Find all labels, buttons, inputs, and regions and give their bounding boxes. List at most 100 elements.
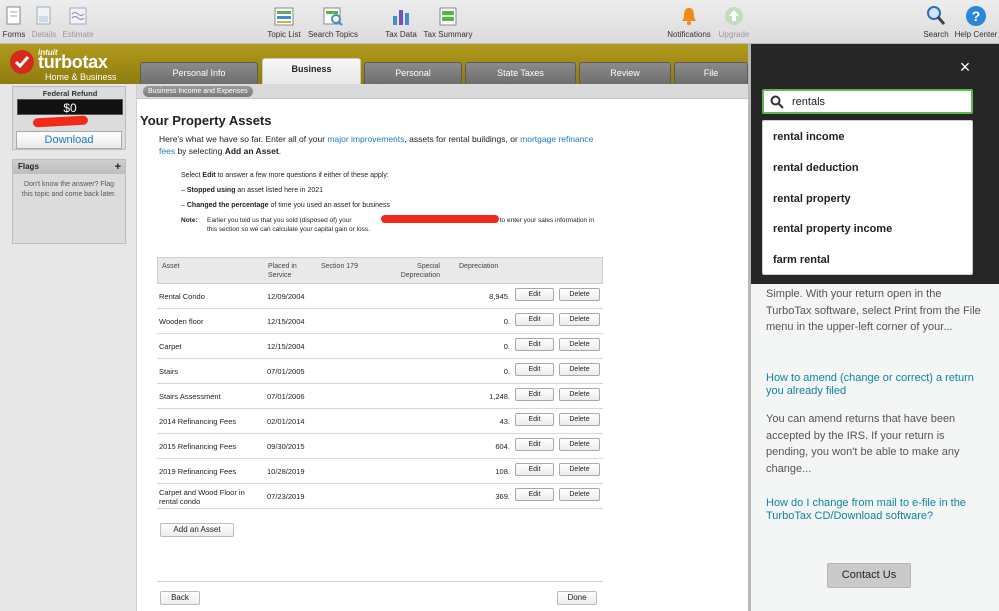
asset-name: Carpet and Wood Floor in rental condo [159, 488, 263, 506]
intro-part: . [278, 145, 282, 156]
contact-us-button[interactable]: Contact Us [827, 563, 911, 588]
placed-in-service-date: 09/30/2015 [267, 442, 305, 451]
depreciation-amount: 8,945. [489, 292, 510, 301]
svg-text:?: ? [972, 8, 981, 24]
depreciation-amount: 0. [503, 342, 510, 351]
delete-button[interactable]: Delete [559, 313, 600, 326]
delete-button[interactable]: Delete [559, 288, 600, 301]
asset-name-line: Stairs [159, 367, 179, 376]
depreciation-amount: 369. [495, 492, 510, 501]
tab-business[interactable]: Business [262, 58, 361, 84]
text: Earlier you told us that you sold (dispo… [207, 217, 352, 224]
table-row: 2014 Refinancing Fees 02/01/2014 43. Edit De… [157, 409, 603, 434]
asset-name: Rental Condo [159, 292, 263, 301]
tab-file[interactable]: File [674, 62, 748, 84]
suggestion-item[interactable]: rental property income [773, 223, 892, 235]
breadcrumb[interactable]: Business Income and Expenses [143, 86, 253, 97]
search-button[interactable]: Search [920, 4, 952, 39]
asset-name-line: Wooden floor [159, 317, 204, 326]
forms-button[interactable]: Forms [2, 4, 26, 39]
note-label: Note: [181, 217, 198, 224]
tab-review[interactable]: Review [579, 62, 671, 84]
search-suggestions: rental income rental deduction rental pr… [762, 120, 973, 275]
text-bold: Changed the percentage [186, 202, 269, 209]
search-field[interactable] [762, 89, 973, 114]
placed-in-service-date: 12/09/2004 [267, 292, 305, 301]
add-flag-button[interactable]: + [115, 160, 121, 174]
upgrade-button[interactable]: Upgrade [717, 4, 751, 39]
search-input[interactable] [792, 94, 962, 110]
tax-summary-label: Tax Summary [423, 30, 473, 39]
delete-button[interactable]: Delete [559, 363, 600, 376]
search-topics-button[interactable]: Search Topics [306, 4, 360, 39]
suggestion-item[interactable]: rental deduction [773, 162, 859, 174]
suggestion-item[interactable]: rental income [773, 131, 845, 143]
tab-state-taxes[interactable]: State Taxes [465, 62, 576, 84]
add-asset-button[interactable]: Add an Asset [160, 523, 234, 537]
topic-list-button[interactable]: Topic List [265, 4, 303, 39]
tax-summary-icon [439, 7, 457, 26]
text: Special [417, 263, 440, 270]
edit-button[interactable]: Edit [515, 463, 554, 476]
asset-name-line: Carpet [159, 342, 182, 351]
details-button[interactable]: Details [30, 4, 58, 39]
placed-in-service-date: 12/15/2004 [267, 317, 305, 326]
placed-in-service-date: 07/23/2019 [267, 492, 305, 501]
tax-data-button[interactable]: Tax Data [384, 4, 418, 39]
delete-button[interactable]: Delete [559, 488, 600, 501]
asset-name: 2019 Refinancing Fees [159, 467, 263, 476]
edit-button[interactable]: Edit [515, 388, 554, 401]
help-icon: ? [966, 6, 986, 26]
intro-bold: Add an Asset [224, 145, 279, 156]
bar-chart-icon [393, 10, 409, 25]
flags-title: Flags [18, 162, 39, 171]
placed-in-service-date: 07/01/2006 [267, 392, 305, 401]
edit-button[interactable]: Edit [515, 413, 554, 426]
bullet-item: – Stopped using an asset listed here in … [181, 183, 581, 198]
delete-button[interactable]: Delete [559, 338, 600, 351]
edit-button[interactable]: Edit [515, 363, 554, 376]
edition-label: Home & Business [45, 72, 117, 82]
turbotax-wordmark: turbotax [38, 52, 108, 72]
delete-button[interactable]: Delete [559, 438, 600, 451]
estimate-button[interactable]: Estimate [62, 4, 94, 39]
table-row: Stairs 07/01/2005 0. Edit Delete [157, 359, 603, 384]
suggestion-item[interactable]: rental property [773, 193, 851, 205]
major-improvements-link[interactable]: major improvements [327, 134, 404, 144]
edit-button[interactable]: Edit [515, 488, 554, 501]
table-row: Stairs Assessment 07/01/2006 1,248. Edit Del… [157, 384, 603, 409]
placed-in-service-date: 10/28/2019 [267, 467, 305, 476]
depreciation-amount: 0. [503, 367, 510, 376]
notifications-label: Notifications [667, 30, 711, 39]
table-body: Rental Condo 12/09/2004 8,945. Edit Delete Wo… [157, 284, 603, 509]
result-link[interactable]: How to amend (change or correct) a retur… [766, 372, 986, 397]
edit-button[interactable]: Edit [515, 313, 554, 326]
estimate-icon [69, 7, 87, 25]
tab-personal-info[interactable]: Personal Info [140, 62, 258, 84]
col-section-179: Section 179 [321, 263, 358, 270]
delete-button[interactable]: Delete [559, 413, 600, 426]
tax-summary-button[interactable]: Tax Summary [422, 4, 474, 39]
close-icon[interactable]: × [956, 58, 974, 76]
result-link[interactable]: How do I change from mail to e-file in t… [766, 497, 986, 522]
delete-button[interactable]: Delete [559, 463, 600, 476]
intro-part: Here's what we have so far. Enter all of… [159, 134, 328, 144]
tab-personal[interactable]: Personal [364, 62, 462, 84]
suggestion-item[interactable]: farm rental [773, 254, 830, 266]
footer-divider [157, 581, 603, 582]
text: of time you used an asset for business [268, 202, 390, 209]
delete-button[interactable]: Delete [559, 388, 600, 401]
done-button[interactable]: Done [557, 591, 597, 605]
edit-button[interactable]: Edit [515, 288, 554, 301]
text: Service [268, 271, 292, 279]
back-button[interactable]: Back [160, 591, 200, 605]
page-title: Your Property Assets [140, 113, 272, 128]
edit-button[interactable]: Edit [515, 338, 554, 351]
intro-text: Here's what we have so far. Enter all of… [159, 134, 599, 157]
help-center-button[interactable]: ? Help Center [953, 4, 999, 39]
notifications-button[interactable]: Notifications [665, 4, 713, 39]
text-bold: Stopped using [186, 187, 236, 194]
depreciation-amount: 0. [503, 317, 510, 326]
download-button[interactable]: Download [16, 131, 122, 149]
edit-button[interactable]: Edit [515, 438, 554, 451]
